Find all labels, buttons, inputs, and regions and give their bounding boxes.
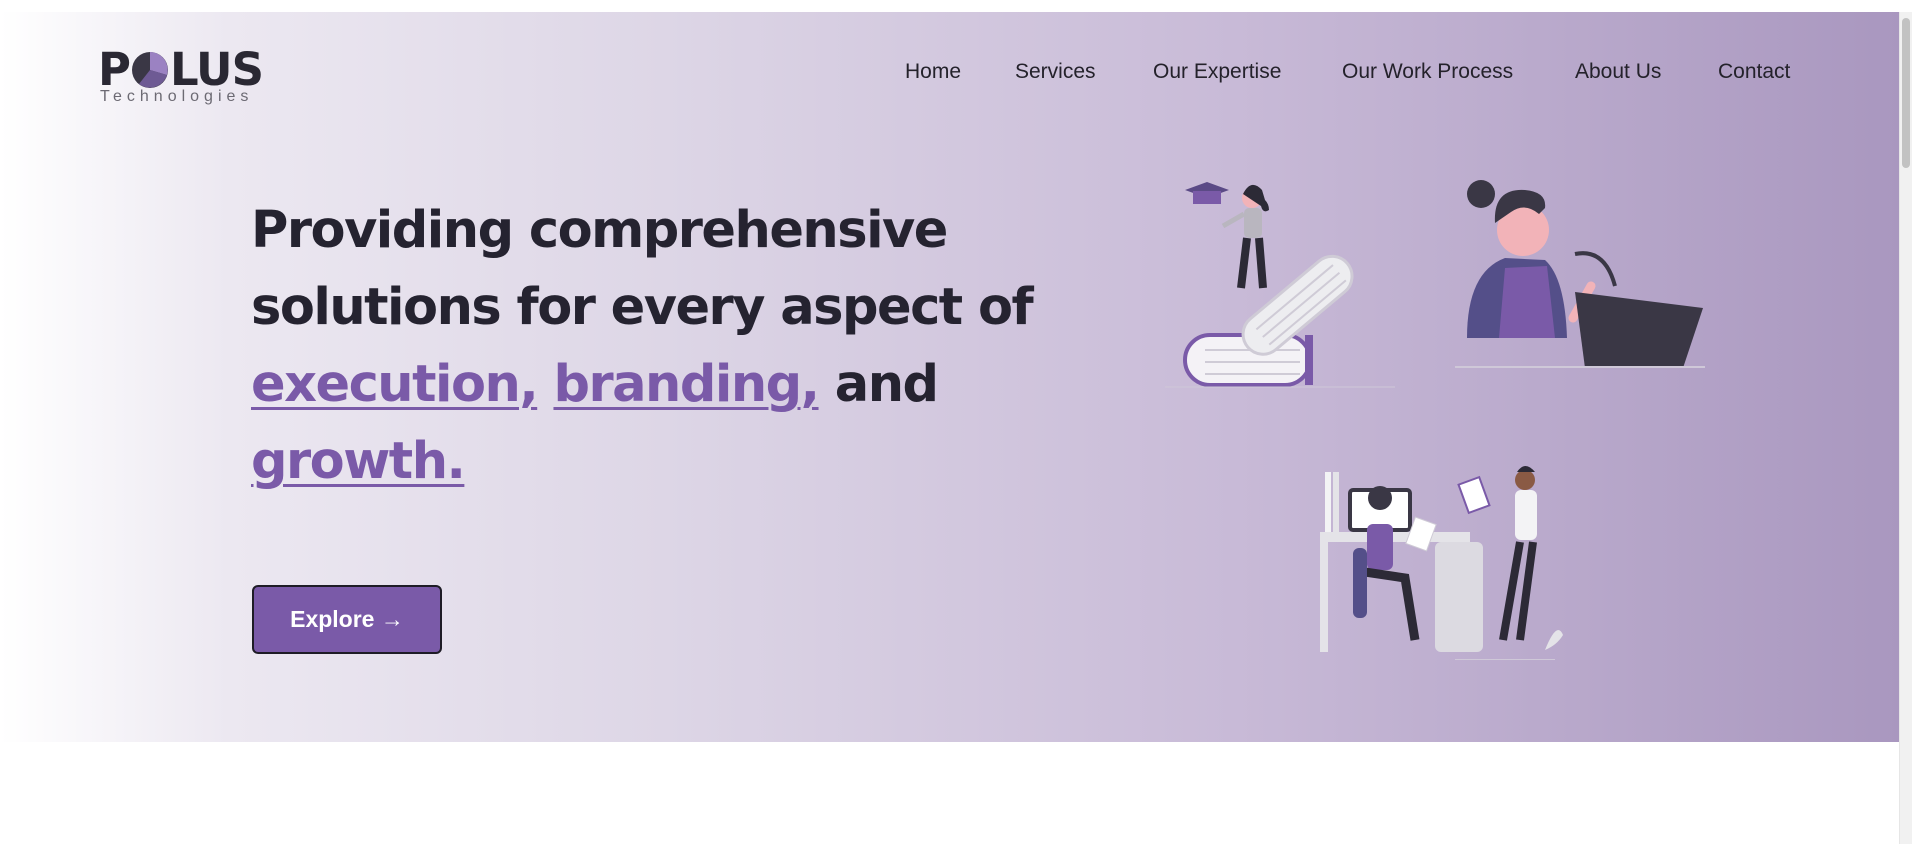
highlight-execution: execution, bbox=[251, 355, 539, 414]
headline-line-1: Providing comprehensive bbox=[251, 201, 948, 260]
nav-our-expertise[interactable]: Our Expertise bbox=[1153, 60, 1281, 84]
nav-home[interactable]: Home bbox=[905, 60, 961, 84]
scrollbar[interactable] bbox=[1899, 12, 1912, 844]
headline-and: and bbox=[834, 355, 939, 414]
highlight-branding: branding, bbox=[553, 355, 820, 414]
explore-button[interactable]: Explore → bbox=[252, 585, 442, 654]
hero-headline: Providing comprehensive solutions for ev… bbox=[251, 192, 1071, 500]
speaker-at-podium-illustration bbox=[1455, 180, 1705, 368]
nav-about-us[interactable]: About Us bbox=[1575, 60, 1661, 84]
highlight-growth: growth. bbox=[251, 432, 466, 491]
graduate-on-books-illustration bbox=[1165, 182, 1395, 388]
nav-contact[interactable]: Contact bbox=[1718, 60, 1790, 84]
headline-line-3: execution, branding, and bbox=[251, 346, 1071, 423]
logo[interactable]: P LUS Technologies bbox=[98, 44, 264, 110]
logo-subtitle: Technologies bbox=[100, 88, 254, 105]
headline-line-4: growth. bbox=[251, 423, 1071, 500]
logo-pie-icon bbox=[131, 52, 168, 88]
nav-our-work-process[interactable]: Our Work Process bbox=[1342, 60, 1513, 84]
scrollbar-thumb[interactable] bbox=[1902, 18, 1910, 168]
team-at-desk-illustration bbox=[1320, 466, 1563, 660]
headline-line-2: solutions for every aspect of bbox=[251, 278, 1034, 337]
nav-services[interactable]: Services bbox=[1015, 60, 1096, 84]
